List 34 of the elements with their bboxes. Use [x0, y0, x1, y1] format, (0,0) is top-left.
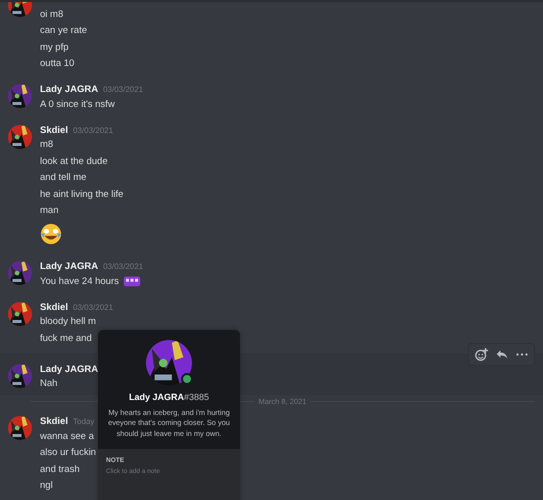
username[interactable]: Skdiel	[40, 416, 68, 427]
username[interactable]: Skdiel	[40, 302, 68, 312]
message-text: ngl	[40, 480, 53, 492]
message-text: fuck me and	[40, 332, 92, 344]
username[interactable]: Lady JAGRA	[40, 84, 98, 95]
message-text: A 0 since it's nsfw	[40, 98, 115, 110]
message-text: man	[40, 205, 58, 216]
more-options-icon[interactable]	[516, 352, 528, 356]
username[interactable]: Lady JAGRA	[40, 364, 98, 374]
message-text: look at the dude	[40, 156, 108, 167]
message-text: You have 24 hours	[40, 276, 119, 287]
message-text: he aint living the life	[40, 188, 124, 200]
add-reaction-icon[interactable]	[475, 348, 488, 360]
message-text: oi m8	[40, 8, 64, 20]
emoji-icon	[40, 223, 62, 245]
message-text: Nah	[40, 378, 58, 390]
timestamp: 03/03/2021	[103, 85, 144, 94]
timestamp: 03/03/2021	[103, 262, 144, 271]
timestamp: Today	[73, 417, 94, 426]
message-text: also ur fuckin	[40, 447, 96, 458]
message-text: and trash	[40, 464, 80, 475]
message-text: m8	[40, 139, 54, 150]
username[interactable]: Lady JAGRA	[40, 261, 98, 272]
message-text: outta 10	[40, 58, 74, 70]
timestamp: 03/03/2021	[73, 126, 114, 134]
message-text: bloody hell m	[40, 316, 96, 328]
profile-username: Lady JAGRA#3885	[128, 392, 210, 402]
message-text: can ye rate	[40, 25, 87, 36]
message-text: my pfp	[40, 42, 69, 53]
reply-icon[interactable]	[496, 348, 508, 360]
message-text: wanna see a	[40, 430, 94, 442]
timestamp: 03/03/2021	[73, 302, 114, 312]
username[interactable]: Skdiel	[40, 124, 68, 136]
message-text: and tell me	[40, 172, 86, 184]
